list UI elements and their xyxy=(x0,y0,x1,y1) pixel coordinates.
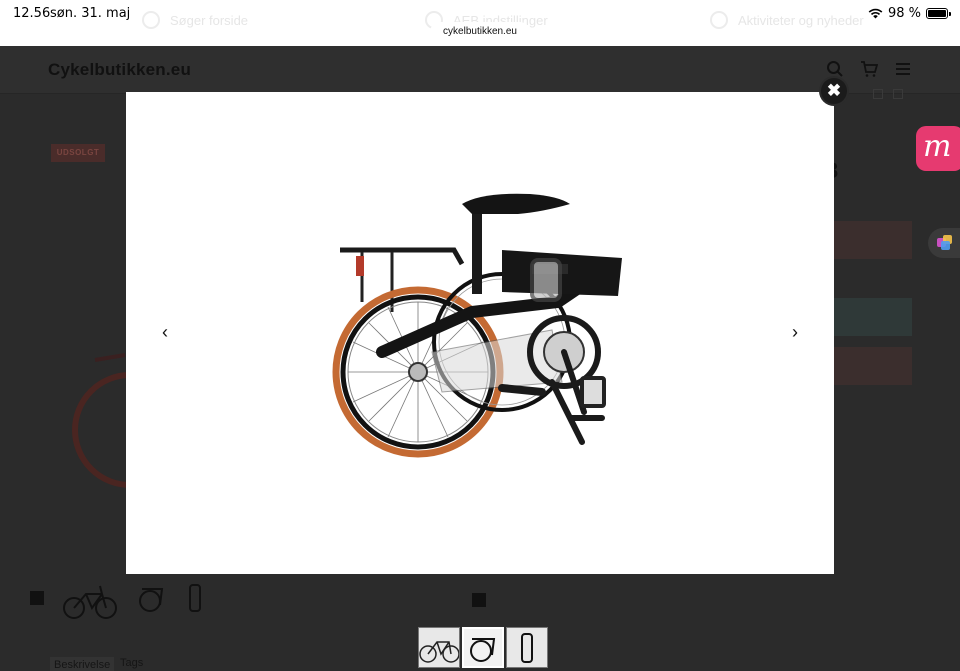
lightbox-close-button[interactable]: ✖ xyxy=(821,78,847,104)
page: 12.56 søn. 31. maj Søger forside AEB ind… xyxy=(0,0,960,671)
tab-description[interactable]: Beskrivelse xyxy=(50,657,115,671)
side-widget-tab[interactable] xyxy=(928,228,960,258)
thumbnail-bike-folded xyxy=(470,638,496,662)
menu-icon[interactable] xyxy=(894,60,912,78)
thumbnail-bike-open xyxy=(419,641,460,663)
thumbnail-bike-folded-side xyxy=(521,633,533,663)
lightbox-prev-button[interactable]: ‹ xyxy=(155,322,175,342)
browser-search-label: Søger forside xyxy=(170,12,249,28)
tab-tags[interactable]: Tags xyxy=(120,657,143,669)
soldout-badge: UDSOLGT xyxy=(51,144,105,162)
browser-news-ghost: Aktiviteter og nyheder xyxy=(710,11,864,29)
status-bar: 12.56 søn. 31. maj Søger forside AEB ind… xyxy=(0,0,960,46)
battery-icon xyxy=(926,8,951,19)
product-thumbnails-dimmed xyxy=(30,576,206,620)
dimmed-buy-button xyxy=(834,298,912,336)
thumbs-prev-arrow[interactable] xyxy=(30,591,44,605)
lightbox-thumbnail[interactable] xyxy=(506,627,548,668)
product-image-dimmed xyxy=(72,353,130,488)
header-icons xyxy=(826,60,912,78)
search-icon[interactable] xyxy=(826,60,844,78)
chevron-right-icon: › xyxy=(792,322,798,342)
news-icon xyxy=(710,11,728,29)
wifi-icon xyxy=(868,8,883,19)
cart-icon[interactable] xyxy=(860,60,878,78)
chevron-left-icon: ‹ xyxy=(162,322,168,342)
dimmed-option-bar xyxy=(834,221,912,259)
image-lightbox: ‹ › xyxy=(126,92,834,574)
chat-widget-badge[interactable]: m xyxy=(916,126,960,171)
site-header: Cykelbutikken.eu xyxy=(0,46,960,94)
shop-widget-icon xyxy=(937,235,952,250)
thumbs-next-arrow[interactable] xyxy=(472,593,486,607)
lightbox-thumbnails xyxy=(418,627,548,668)
battery-fill xyxy=(928,10,946,17)
close-icon: ✖ xyxy=(826,81,842,100)
status-time: 12.56 xyxy=(13,6,51,21)
lightbox-image-folded-bike xyxy=(332,193,622,458)
lightbox-thumbnail-active[interactable] xyxy=(462,627,504,668)
url-bar[interactable]: cykelbutikken.eu xyxy=(430,22,530,42)
browser-news-label: Aktiviteter og nyheder xyxy=(738,12,864,28)
lightbox-next-button[interactable]: › xyxy=(785,322,805,342)
search-icon xyxy=(142,11,160,29)
thumbnail-bike-open[interactable] xyxy=(62,576,118,620)
battery-percent: 98 % xyxy=(887,6,921,21)
site-logo[interactable]: Cykelbutikken.eu xyxy=(48,60,191,80)
share-icons xyxy=(873,89,903,99)
wishlist-icon[interactable] xyxy=(873,89,883,99)
lightbox-thumbnail[interactable] xyxy=(418,627,460,668)
thumbnail-bike-folded-side[interactable] xyxy=(186,583,206,613)
status-date: søn. 31. maj xyxy=(50,6,131,21)
dimmed-option-bar xyxy=(834,347,912,385)
browser-search-ghost: Søger forside xyxy=(142,11,248,29)
status-right: 98 % xyxy=(868,6,951,21)
thumbnail-bike-folded[interactable] xyxy=(136,583,168,613)
share-icon[interactable] xyxy=(893,89,903,99)
